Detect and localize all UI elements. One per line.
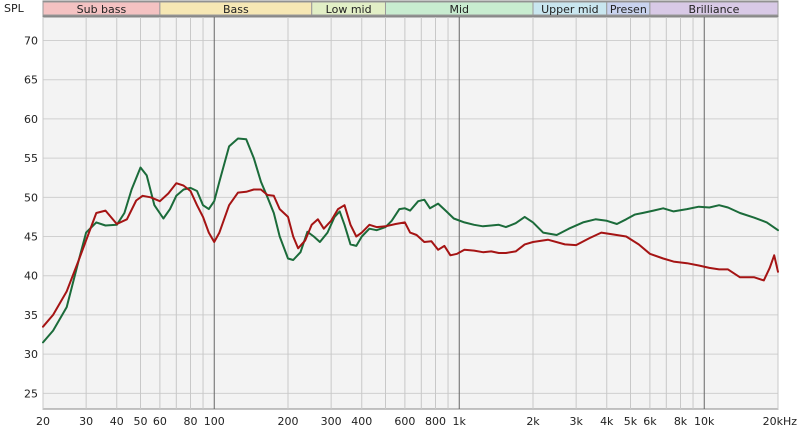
x-tick-label: 4k — [600, 415, 614, 428]
y-tick-label: 65 — [24, 74, 38, 87]
x-axis-tick-labels: 20 30 40 50 60 80 100 200 300 400 600 800 1k 2k 3k 4k 5k… — [36, 415, 797, 428]
y-tick-label: 60 — [24, 113, 38, 126]
y-axis-label: SPL — [4, 2, 25, 15]
x-tick-label: 800 — [425, 415, 446, 428]
x-tick-label: 1k — [453, 415, 467, 428]
x-tick-label: 2k — [526, 415, 540, 428]
x-tick-label: 5k — [624, 415, 638, 428]
x-tick-label: 400 — [351, 415, 372, 428]
x-tick-label: 600 — [394, 415, 415, 428]
x-tick-label: 6k — [643, 415, 657, 428]
y-tick-label: 30 — [24, 348, 38, 361]
band-label: Mid — [449, 3, 469, 16]
plot-area — [42, 16, 779, 410]
x-tick-label: 300 — [321, 415, 342, 428]
x-tick-label: 10k — [694, 415, 715, 428]
band-label: Brilliance — [689, 3, 740, 16]
x-tick-label: 3k — [569, 415, 583, 428]
band-label: Presen — [610, 3, 647, 16]
y-axis-tick-labels: 25 30 35 40 45 50 55 60 65 70 — [24, 35, 38, 401]
x-tick-label: 20 — [36, 415, 50, 428]
band-label: Upper mid — [541, 3, 599, 16]
x-tick-label: 100 — [204, 415, 225, 428]
y-tick-label: 40 — [24, 270, 38, 283]
y-tick-label: 25 — [24, 387, 38, 400]
y-tick-label: 50 — [24, 191, 38, 204]
y-tick-label: 70 — [24, 35, 38, 48]
x-tick-label: 8k — [674, 415, 688, 428]
band-label: Sub bass — [77, 3, 127, 16]
x-tick-label: 30 — [79, 415, 93, 428]
band-label: Low mid — [326, 3, 372, 16]
y-tick-label: 35 — [24, 309, 38, 322]
x-tick-label: 200 — [278, 415, 299, 428]
y-tick-label: 55 — [24, 152, 38, 165]
x-tick-label: 80 — [184, 415, 198, 428]
x-tick-label: 40 — [110, 415, 124, 428]
y-tick-label: 45 — [24, 231, 38, 244]
band-label: Bass — [223, 3, 249, 16]
frequency-response-chart: Sub bass Bass Low mid Mid Upper mid Presen Bri… — [4, 0, 797, 428]
x-tick-label: 60 — [153, 415, 167, 428]
x-tick-label: 50 — [133, 415, 147, 428]
frequency-bands: Sub bass Bass Low mid Mid Upper mid Presen Bri… — [42, 1, 779, 16]
x-tick-label: 20kHz — [763, 415, 798, 428]
